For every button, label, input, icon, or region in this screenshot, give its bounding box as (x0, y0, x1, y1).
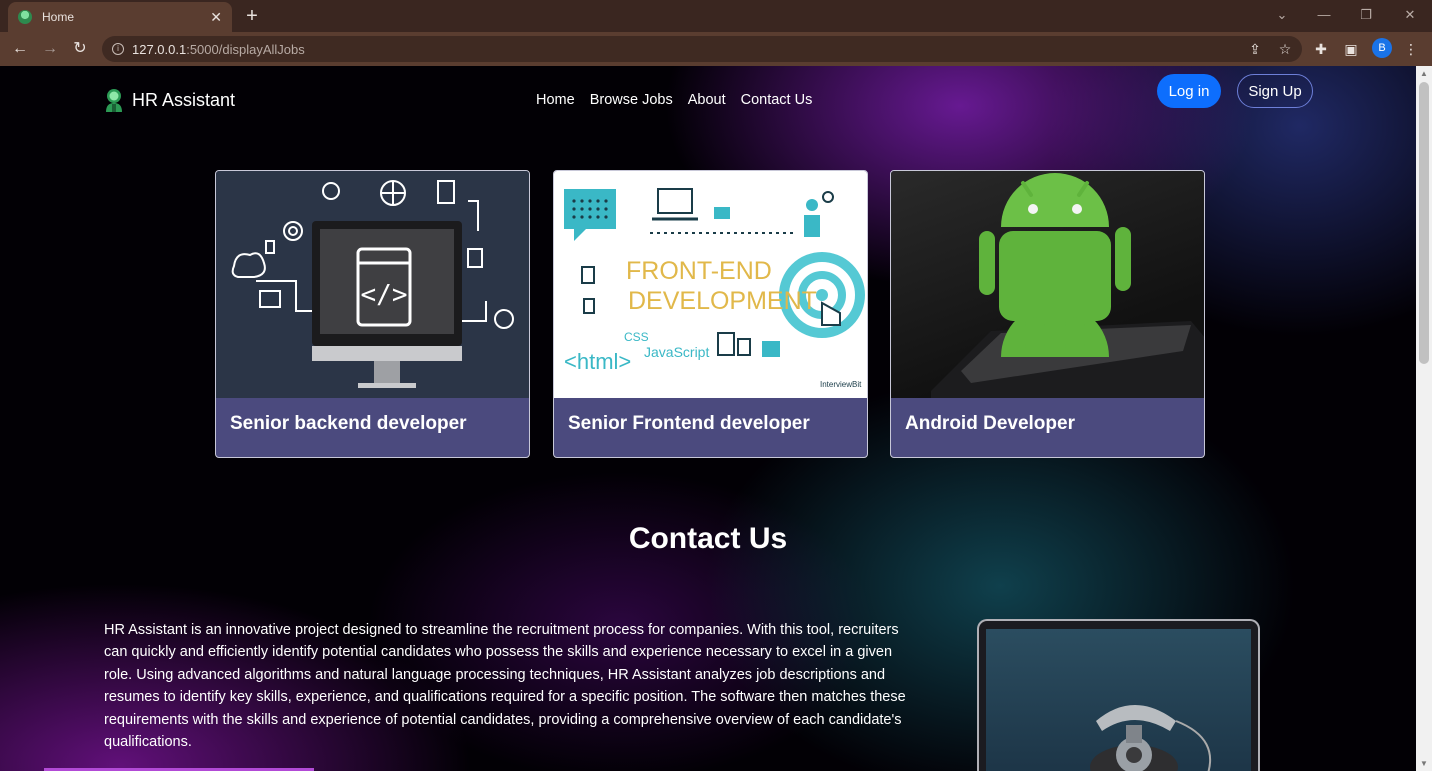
menu-icon[interactable]: ⋮ (1400, 38, 1422, 60)
signup-button[interactable]: Sign Up (1237, 74, 1313, 108)
side-panel-icon[interactable]: ▣ (1340, 38, 1362, 60)
tab-title: Home (42, 10, 75, 24)
url-text: 127.0.0.1:5000/displayAllJobs (132, 41, 305, 57)
favicon-icon (18, 10, 32, 24)
extensions-icon[interactable]: ✚ (1310, 38, 1332, 60)
about-paragraph: HR Assistant is an innovative project de… (104, 622, 906, 751)
browser-toolbar: ← → ↻ i 127.0.0.1:5000/displayAllJobs ⇪ … (0, 32, 1432, 66)
contact-heading: Contact Us (628, 522, 788, 555)
bookmark-star-icon[interactable]: ☆ (1274, 38, 1296, 60)
nav-about[interactable]: About (688, 92, 726, 108)
close-tab-icon[interactable]: ✕ (210, 9, 222, 26)
tab-search-icon[interactable]: ⌄ (1262, 4, 1302, 26)
main-nav: Home Browse Jobs About Contact Us (536, 92, 812, 108)
address-bar[interactable]: i 127.0.0.1:5000/displayAllJobs (102, 36, 1302, 62)
job-card-android[interactable]: Android Developer (890, 170, 1205, 458)
share-icon[interactable]: ⇪ (1244, 38, 1266, 60)
forward-arrow-icon[interactable]: → (39, 38, 61, 60)
page-viewport: HR Assistant Home Browse Jobs About Cont… (0, 66, 1416, 771)
image-text-javascript: JavaScript (644, 344, 709, 360)
restore-button[interactable]: ❐ (1346, 4, 1386, 26)
brand-name: HR Assistant (132, 89, 236, 110)
page-scrollbar[interactable]: ▲ ▼ (1416, 66, 1432, 771)
image-text-css: CSS (624, 330, 649, 344)
browser-tab-bar: Home ✕ + ⌄ — ❐ ✕ (0, 0, 1432, 32)
browser-tab[interactable]: Home ✕ (8, 2, 232, 32)
back-arrow-icon[interactable]: ← (9, 38, 31, 60)
nav-contact-us[interactable]: Contact Us (741, 92, 813, 108)
nav-browse-jobs[interactable]: Browse Jobs (590, 92, 673, 108)
profile-avatar[interactable]: B (1372, 38, 1392, 58)
job-title: Senior Frontend developer (568, 413, 810, 434)
image-text-development: DEVELOPMENT (628, 287, 817, 315)
svg-text:</>: </> (361, 280, 408, 310)
scroll-down-icon[interactable]: ▼ (1420, 759, 1428, 768)
scroll-up-icon[interactable]: ▲ (1420, 69, 1428, 78)
brand[interactable]: HR Assistant (104, 88, 235, 112)
frontend-job-image: FRONT-END DEVELOPMENT <html> CSS JavaScr… (554, 171, 867, 398)
site-info-icon[interactable]: i (112, 43, 124, 55)
android-job-image (891, 171, 1204, 398)
scrollbar-thumb[interactable] (1419, 82, 1429, 364)
contact-laptop-image (977, 619, 1260, 771)
login-button[interactable]: Log in (1157, 74, 1221, 108)
job-card-backend[interactable]: </> Senior backend developer (215, 170, 530, 458)
job-title: Android Developer (905, 413, 1075, 434)
reload-icon[interactable]: ↻ (69, 38, 91, 60)
image-text-frontend: FRONT-END (626, 257, 772, 285)
image-text-interviewbit: InterviewBit (820, 380, 862, 389)
job-card-frontend[interactable]: FRONT-END DEVELOPMENT <html> CSS JavaScr… (553, 170, 868, 458)
nav-home[interactable]: Home (536, 92, 575, 108)
minimize-button[interactable]: — (1304, 4, 1344, 26)
image-text-html: <html> (564, 349, 631, 374)
backend-job-image: </> (216, 171, 529, 398)
job-title: Senior backend developer (230, 413, 467, 434)
new-tab-button[interactable]: + (242, 4, 262, 28)
hr-logo-icon (106, 89, 122, 112)
window-close-button[interactable]: ✕ (1390, 4, 1430, 26)
